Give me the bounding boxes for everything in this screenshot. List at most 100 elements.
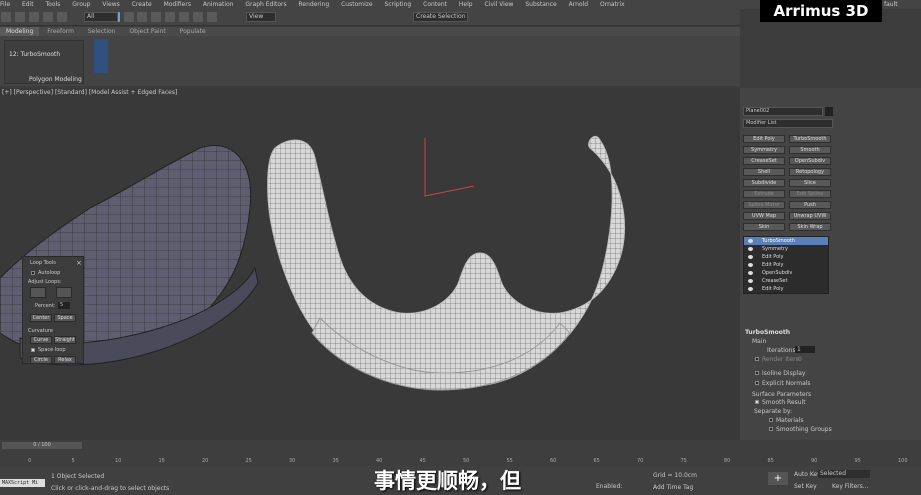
- mesh-scene[interactable]: [0, 88, 740, 440]
- select-by-name-icon[interactable]: [123, 12, 134, 22]
- edit-poly-button[interactable]: Edit Poly: [743, 135, 785, 143]
- stack-item[interactable]: OpenSubdiv: [744, 269, 828, 277]
- autoloop-checkbox[interactable]: [31, 271, 35, 275]
- stack-item[interactable]: Symmetry: [744, 245, 828, 253]
- menu-item-ornatrix[interactable]: Ornatrix: [600, 0, 625, 9]
- selection-filter-dropdown[interactable]: All: [84, 12, 118, 22]
- menu-item-help[interactable]: Help: [459, 0, 473, 9]
- scale-icon[interactable]: [193, 12, 204, 22]
- modifier-list-dropdown[interactable]: Modifier List: [743, 119, 833, 128]
- add-time-tag[interactable]: Add Time Tag: [653, 484, 693, 491]
- menu-item-civil-view[interactable]: Civil View: [485, 0, 514, 9]
- object-color-swatch[interactable]: [825, 107, 833, 116]
- eye-icon[interactable]: [748, 247, 753, 251]
- smooth-result-checkbox[interactable]: [755, 400, 759, 404]
- circle-button[interactable]: Circle: [30, 356, 52, 364]
- timeline[interactable]: 0 / 100 0 5 10 15 20 25 30 35 40 45 50 55 60 65 70 75 80…: [0, 440, 921, 466]
- menu-item-graph-editors[interactable]: Graph Editors: [245, 0, 286, 9]
- tab-freeform[interactable]: Freeform: [41, 27, 80, 36]
- menu-item-scripting[interactable]: Scripting: [385, 0, 412, 9]
- space-button[interactable]: Space: [54, 314, 76, 322]
- menu-item-content[interactable]: Content: [423, 0, 447, 9]
- eye-icon[interactable]: [748, 271, 753, 275]
- smoothing-groups-checkbox[interactable]: [769, 427, 773, 431]
- extrude-button[interactable]: Extrude: [743, 190, 785, 198]
- set-key-button[interactable]: Set Key: [794, 483, 817, 490]
- skin-wrap-button[interactable]: Skin Wrap: [789, 223, 831, 231]
- object-name-field[interactable]: Plane002: [743, 107, 823, 116]
- key-mode-dropdown[interactable]: Selected: [818, 470, 870, 478]
- symmetry-button[interactable]: Symmetry: [743, 146, 785, 154]
- link-icon[interactable]: [28, 12, 39, 22]
- eye-icon[interactable]: [748, 255, 753, 259]
- time-slider[interactable]: 0 / 100: [2, 442, 82, 449]
- command-panel-tabs[interactable]: [743, 91, 833, 101]
- menu-item-create[interactable]: Create: [132, 0, 152, 9]
- loop-shape-a-icon[interactable]: [30, 287, 46, 298]
- tab-selection[interactable]: Selection: [82, 27, 122, 36]
- uvw-map-button[interactable]: UVW Map: [743, 212, 785, 220]
- turbosmooth-rollout-title[interactable]: TurboSmooth: [745, 329, 790, 336]
- auto-key-button[interactable]: Auto Key: [794, 471, 821, 478]
- iterations-field[interactable]: 1: [795, 346, 815, 353]
- workspace-dropdown[interactable]: fault: [884, 0, 898, 9]
- eye-icon[interactable]: [748, 263, 753, 267]
- relax-button[interactable]: Relax: [54, 356, 76, 364]
- menu-item-animation[interactable]: Animation: [203, 0, 234, 9]
- menu-item-group[interactable]: Group: [72, 0, 90, 9]
- reference-coord-dropdown[interactable]: View: [246, 12, 276, 22]
- stack-item[interactable]: CreaseSet: [744, 277, 828, 285]
- selection-set-dropdown[interactable]: Create Selection Se: [413, 12, 468, 22]
- eye-icon[interactable]: [748, 239, 753, 243]
- tab-modeling[interactable]: Modeling: [0, 27, 40, 36]
- turbosmooth-button[interactable]: TurboSmooth: [789, 135, 831, 143]
- set-key-plus-icon[interactable]: +: [768, 472, 788, 485]
- space-loop-checkbox[interactable]: [31, 348, 35, 352]
- spline-mirror-button[interactable]: Spline Mirror: [743, 201, 785, 209]
- tab-populate[interactable]: Populate: [174, 27, 212, 36]
- creaseset-button[interactable]: CreaseSet: [743, 157, 785, 165]
- eye-icon[interactable]: [748, 287, 753, 291]
- bind-icon[interactable]: [56, 12, 67, 22]
- close-icon[interactable]: ×: [76, 259, 82, 267]
- stack-item[interactable]: Edit Poly: [744, 261, 828, 269]
- modifier-stack[interactable]: TurboSmooth Symmetry Edit Poly Edit Poly…: [743, 236, 829, 294]
- perspective-viewport[interactable]: [+] [Perspective] [Standard] [Model Assi…: [0, 88, 740, 440]
- unlink-icon[interactable]: [42, 12, 53, 22]
- push-button[interactable]: Push: [789, 201, 831, 209]
- retopology-button[interactable]: Retopology: [789, 168, 831, 176]
- menu-item-rendering[interactable]: Rendering: [299, 0, 330, 9]
- smooth-button[interactable]: Smooth: [789, 146, 831, 154]
- explicit-normals-checkbox[interactable]: [755, 381, 759, 385]
- menu-item-edit[interactable]: Edit: [22, 0, 34, 9]
- skin-button[interactable]: Skin: [743, 223, 785, 231]
- render-iters-checkbox[interactable]: [755, 357, 759, 361]
- unwrap-uvw-button[interactable]: Unwrap UVW: [789, 212, 831, 220]
- menu-item-substance[interactable]: Substance: [525, 0, 556, 9]
- rotate-icon[interactable]: [179, 12, 190, 22]
- edit-spline-button[interactable]: Edit Spline: [789, 190, 831, 198]
- stack-item[interactable]: Edit Poly: [744, 253, 828, 261]
- redo-icon[interactable]: [14, 12, 25, 22]
- materials-checkbox[interactable]: [769, 418, 773, 422]
- eye-icon[interactable]: [748, 279, 753, 283]
- stack-item[interactable]: Edit Poly: [744, 285, 828, 293]
- tab-object-paint[interactable]: Object Paint: [123, 27, 171, 36]
- menu-item-modifiers[interactable]: Modifiers: [164, 0, 191, 9]
- subdivide-button[interactable]: Subdivide: [743, 179, 785, 187]
- curve-button[interactable]: Curve: [30, 336, 52, 344]
- slice-button[interactable]: Slice: [789, 179, 831, 187]
- opensubdiv-button[interactable]: OpenSubdiv: [789, 157, 831, 165]
- maxscript-listener[interactable]: MAXScript Mi: [0, 479, 45, 487]
- percent-field[interactable]: 5: [58, 302, 70, 309]
- window-crossing-icon[interactable]: [151, 12, 162, 22]
- subobject-level-icons[interactable]: [94, 39, 108, 73]
- menu-item-views[interactable]: Views: [102, 0, 119, 9]
- polygon-modeling-label[interactable]: Polygon Modeling: [29, 76, 82, 83]
- shell-button[interactable]: Shell: [743, 168, 785, 176]
- center-button[interactable]: Center: [30, 314, 52, 322]
- placement-icon[interactable]: [207, 12, 218, 22]
- isoline-checkbox[interactable]: [755, 371, 759, 375]
- stack-toolbar[interactable]: [743, 300, 833, 312]
- rect-region-icon[interactable]: [137, 12, 148, 22]
